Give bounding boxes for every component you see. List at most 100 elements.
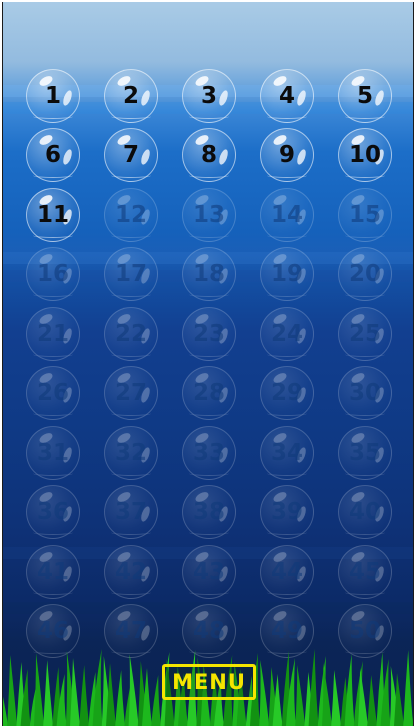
level-bubble-locked: 36	[14, 483, 92, 543]
level-number: 34	[270, 439, 303, 466]
level-bubble[interactable]: 7	[92, 126, 170, 186]
level-bubble-locked: 37	[92, 483, 170, 543]
level-bubble[interactable]: 1	[14, 66, 92, 126]
level-bubble-locked: 23	[170, 304, 248, 364]
level-bubble-locked: 21	[14, 304, 92, 364]
level-bubble[interactable]: 10	[326, 126, 404, 186]
level-number: 47	[114, 618, 147, 645]
level-bubble[interactable]: 3	[170, 66, 248, 126]
level-number: 38	[192, 499, 225, 526]
grass-blade	[3, 696, 8, 726]
level-number: 29	[270, 380, 303, 407]
level-bubble-locked: 26	[14, 364, 92, 424]
grass-blade	[295, 665, 306, 726]
level-bubble-locked: 35	[326, 423, 404, 483]
level-number: 36	[36, 499, 69, 526]
level-number: 24	[270, 320, 303, 347]
level-number: 12	[114, 201, 147, 228]
level-number: 11	[36, 201, 69, 228]
level-bubble[interactable]: 5	[326, 66, 404, 126]
level-number: 7	[122, 142, 139, 169]
level-number: 31	[36, 439, 69, 466]
level-number: 27	[114, 380, 147, 407]
level-number: 46	[36, 618, 69, 645]
level-bubble-locked: 17	[92, 245, 170, 305]
level-number: 6	[44, 142, 61, 169]
level-number: 9	[278, 142, 295, 169]
level-number: 14	[270, 201, 303, 228]
level-number: 26	[36, 380, 69, 407]
level-bubble-locked: 34	[248, 423, 326, 483]
level-number: 35	[348, 439, 381, 466]
level-number: 15	[348, 201, 381, 228]
level-bubble-locked: 19	[248, 245, 326, 305]
level-bubble-locked: 29	[248, 364, 326, 424]
level-bubble-locked: 28	[170, 364, 248, 424]
level-number: 32	[114, 439, 147, 466]
grass-blade	[43, 660, 54, 726]
level-number: 22	[114, 320, 147, 347]
level-bubble-locked: 30	[326, 364, 404, 424]
level-number: 4	[278, 82, 295, 109]
level-number: 21	[36, 320, 69, 347]
level-bubble[interactable]: 2	[92, 66, 170, 126]
grass-blade	[403, 650, 413, 726]
level-number: 17	[114, 261, 147, 288]
level-number: 48	[192, 618, 225, 645]
level-bubble-locked: 33	[170, 423, 248, 483]
level-bubble[interactable]: 6	[14, 126, 92, 186]
grass-blade	[367, 675, 378, 726]
level-number: 10	[348, 142, 381, 169]
grass-blade	[259, 660, 270, 726]
level-bubble-locked: 25	[326, 304, 404, 364]
level-number: 33	[192, 439, 225, 466]
level-number: 20	[348, 261, 381, 288]
grass-blade	[412, 716, 413, 726]
level-number: 43	[192, 558, 225, 585]
level-bubble-locked: 15	[326, 185, 404, 245]
level-bubble-locked: 16	[14, 245, 92, 305]
level-number: 19	[270, 261, 303, 288]
level-number: 3	[200, 82, 217, 109]
level-number: 30	[348, 380, 381, 407]
level-bubble-locked: 20	[326, 245, 404, 305]
level-number: 39	[270, 499, 303, 526]
level-number: 41	[36, 558, 69, 585]
grass-blade	[322, 663, 332, 726]
grass-blade	[79, 665, 90, 726]
level-bubble-locked: 44	[248, 542, 326, 602]
level-number: 25	[348, 320, 381, 347]
level-bubble-locked: 12	[92, 185, 170, 245]
level-bubble-locked: 14	[248, 185, 326, 245]
level-number: 8	[200, 142, 217, 169]
level-bubble-locked: 22	[92, 304, 170, 364]
level-bubble[interactable]: 11	[14, 185, 92, 245]
grass-blade	[358, 668, 368, 726]
level-bubble[interactable]: 8	[170, 126, 248, 186]
level-number: 1	[44, 82, 61, 109]
level-bubble-locked: 43	[170, 542, 248, 602]
level-bubble-locked: 42	[92, 542, 170, 602]
grass-blade	[7, 655, 18, 726]
level-number: 18	[192, 261, 225, 288]
level-number: 50	[348, 618, 381, 645]
grass-blade	[34, 653, 44, 726]
level-bubble-locked: 32	[92, 423, 170, 483]
level-bubble-locked: 41	[14, 542, 92, 602]
level-number: 16	[36, 261, 69, 288]
level-number: 23	[192, 320, 225, 347]
level-bubble-locked: 40	[326, 483, 404, 543]
level-bubble-locked: 27	[92, 364, 170, 424]
menu-button[interactable]: MENU	[162, 664, 256, 700]
level-bubble[interactable]: 9	[248, 126, 326, 186]
level-number: 28	[192, 380, 225, 407]
level-number: 5	[356, 82, 373, 109]
grass-blade	[151, 675, 162, 726]
level-grid: 1 2 3 4 5 6 7 8 9 10 11 12 13 14 15 16 17 18 19 20 21 22 23 24 2…	[14, 66, 404, 661]
level-number: 2	[122, 82, 139, 109]
level-bubble-locked: 45	[326, 542, 404, 602]
grass-blade	[331, 670, 342, 726]
level-bubble[interactable]: 4	[248, 66, 326, 126]
level-bubble-locked: 13	[170, 185, 248, 245]
level-bubble-locked: 38	[170, 483, 248, 543]
